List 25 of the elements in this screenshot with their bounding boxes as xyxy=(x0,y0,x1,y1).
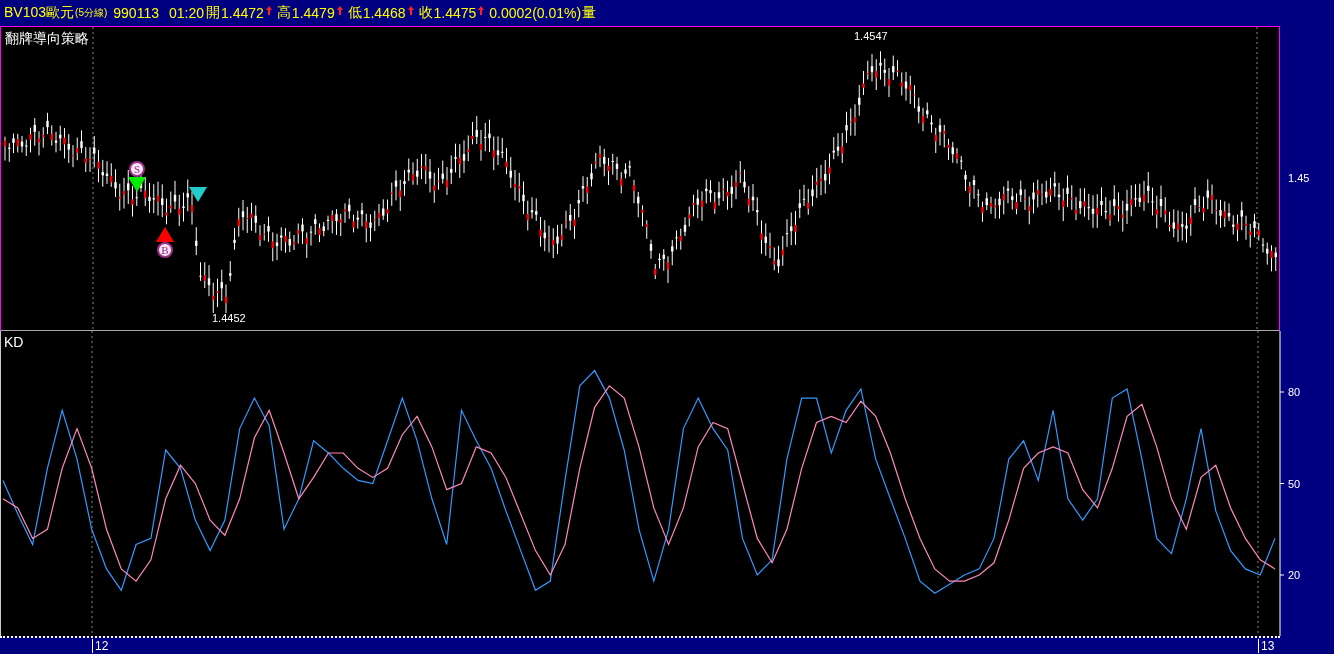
quote-value: 1.4479 xyxy=(291,5,335,21)
date-value: 990113 xyxy=(113,5,159,21)
quote-label: 開 xyxy=(206,4,220,22)
chart-title: KD xyxy=(4,334,24,350)
time-axis-label: 12 xyxy=(92,639,109,653)
y-axis-label: 80 xyxy=(1288,386,1301,398)
y-axis-label: 50 xyxy=(1288,477,1301,490)
quote-value: 1.4472 xyxy=(221,5,264,21)
time-value: 01:20 xyxy=(168,5,204,21)
quote-label: 低 xyxy=(347,4,362,22)
period-label: (5分線) xyxy=(75,6,108,20)
low-price-label: 1.4452 xyxy=(212,312,246,324)
y-axis-label: 20 xyxy=(1288,569,1301,581)
change-value: 0.0002(0.01%) xyxy=(489,5,582,21)
volume-label: 量 xyxy=(582,4,597,22)
symbol-name: BV103歐元 xyxy=(4,4,75,22)
high-price-label: 1.4547 xyxy=(854,30,888,42)
quote-label: 收 xyxy=(418,4,433,22)
strategy-title: 翻牌導向策略 xyxy=(5,30,89,48)
price-axis-label: 1.45 xyxy=(1288,172,1310,184)
quote-label: 高 xyxy=(276,4,291,22)
quote-value: 1.4468 xyxy=(362,5,406,21)
exit-signal-marker xyxy=(189,187,207,202)
time-axis-label: 13 xyxy=(1258,639,1275,653)
quote-value: 1.4475 xyxy=(433,5,477,21)
